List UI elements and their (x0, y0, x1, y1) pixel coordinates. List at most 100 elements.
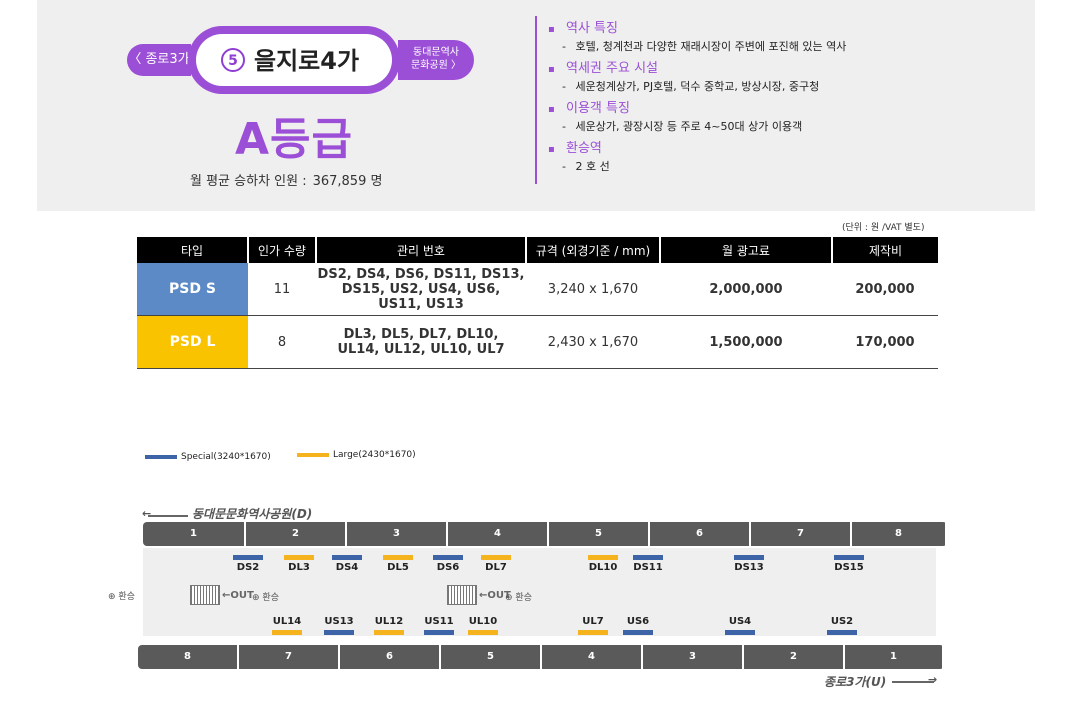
door-number: 6 (340, 645, 441, 669)
header-count: 인가 수량 (247, 237, 316, 263)
door-number: 1 (845, 645, 944, 669)
door-number: 5 (441, 645, 542, 669)
ridership-label: 월 평균 승하차 인원 : (190, 174, 307, 189)
ad-location-marker (633, 555, 663, 560)
bottom-arrow-head: → (928, 673, 938, 686)
size-cell: 3,240 x 1,670 (526, 263, 660, 316)
ad-location-marker (424, 630, 454, 635)
info-desc: 세운상가, 광장시장 등 주로 4~50대 상가 이용객 (548, 119, 1008, 134)
ad-location-marker (578, 630, 608, 635)
ad-location-marker (433, 555, 463, 560)
price-table: 타입 인가 수량 관리 번호 규격 (외경기준 / mm) 월 광고료 제작비 … (137, 237, 938, 369)
bottom-direction-label: 종로3가(U) (824, 675, 887, 689)
info-item: 환승역 2 호 선 (548, 140, 1008, 174)
transfer-left: ⊕ 환승 (108, 589, 135, 602)
next-station-line1: 동대문역사 (413, 47, 459, 58)
ids-line: DS15, US2, US4, US6, (341, 281, 501, 297)
type-cell: PSD S (137, 263, 248, 316)
count-cell: 8 (248, 315, 316, 369)
table-row: PSD S 11 DS2, DS4, DS6, DS11, DS13, DS15… (137, 263, 938, 316)
exit-label: OUT (230, 590, 254, 601)
ad-location-marker (324, 630, 354, 635)
ad-location-marker (588, 555, 618, 560)
legend-special-label: Special(3240*1670) (181, 452, 271, 462)
ad-location-marker (827, 630, 857, 635)
type-cell: PSD L (137, 315, 248, 369)
ids-line: US11, US13 (378, 296, 464, 312)
transfer-icon: ⊕ (108, 592, 116, 602)
info-desc: 2 호 선 (548, 159, 1008, 174)
ad-location-marker (284, 555, 314, 560)
door-number: 8 (852, 522, 947, 546)
legend-large-label: Large(2430*1670) (333, 450, 416, 460)
bottom-train: 87654321 (138, 645, 944, 669)
station-grade: A등급 (235, 114, 354, 165)
door-number: 2 (744, 645, 845, 669)
table-row: PSD L 8 DL3, DL5, DL7, DL10, UL14, UL12,… (137, 315, 938, 369)
info-title: 역세권 주요 시설 (548, 60, 1008, 79)
price-cell: 1,500,000 (660, 315, 832, 369)
ad-location-label: DS4 (335, 562, 359, 573)
transfer-mid-left: ⊕ 환승 (252, 590, 279, 603)
door-number: 4 (542, 645, 643, 669)
ad-location-marker (734, 555, 764, 560)
header-price: 월 광고료 (659, 237, 832, 263)
ad-location-marker (233, 555, 263, 560)
next-station-line2: 문화공원 〉 (411, 60, 461, 71)
stairs-icon (190, 585, 220, 605)
exit-left: ←OUT (222, 590, 254, 601)
production-cell: 170,000 (832, 315, 938, 369)
count-cell: 11 (248, 263, 316, 316)
ad-location-label: DS6 (436, 562, 460, 573)
monthly-ridership: 월 평균 승하차 인원 : 367,859 명 (190, 170, 382, 189)
door-number: 8 (138, 645, 239, 669)
ad-location-marker (383, 555, 413, 560)
info-desc: 호텔, 청계천과 다양한 재래시장이 주변에 포진해 있는 역사 (548, 39, 1008, 54)
table-header-row: 타입 인가 수량 관리 번호 규격 (외경기준 / mm) 월 광고료 제작비 (137, 237, 938, 263)
stairs-icon (447, 585, 477, 605)
ad-location-marker (332, 555, 362, 560)
transfer-mid: ⊕ 환승 (505, 590, 532, 603)
price-cell: 2,000,000 (660, 263, 832, 316)
ad-location-label: DL5 (387, 562, 409, 573)
info-divider (535, 16, 537, 184)
ad-location-marker (272, 630, 302, 635)
info-item: 역세권 주요 시설 세운청계상가, PJ호텔, 덕수 중학교, 방상시장, 중구… (548, 60, 1008, 94)
ad-location-label: UL10 (468, 616, 498, 627)
door-number: 5 (549, 522, 650, 546)
door-number: 4 (448, 522, 549, 546)
ad-location-marker (834, 555, 864, 560)
door-number: 3 (347, 522, 448, 546)
info-title: 이용객 특징 (548, 100, 1008, 119)
ad-location-label: US4 (728, 616, 752, 627)
ridership-value: 367,859 명 (312, 174, 383, 189)
ad-location-marker (481, 555, 511, 560)
ad-location-label: DS13 (734, 562, 764, 573)
door-number: 6 (650, 522, 751, 546)
door-number: 7 (751, 522, 852, 546)
ad-location-marker (374, 630, 404, 635)
header-ids: 관리 번호 (315, 237, 526, 263)
top-train: 12345678 (143, 522, 947, 546)
next-station-button[interactable]: 동대문역사 문화공원 〉 (398, 40, 474, 80)
top-arrow-head: ← (142, 507, 152, 520)
unit-note: (단위 : 원 /VAT 별도) (842, 223, 925, 233)
ad-location-marker (623, 630, 653, 635)
ad-location-label: DL10 (588, 562, 618, 573)
station-name: 을지로4가 (254, 47, 360, 75)
ids-cell: DS2, DS4, DS6, DS11, DS13, DS15, US2, US… (316, 263, 526, 316)
station-number: 5 (221, 48, 245, 72)
production-cell: 200,000 (832, 263, 938, 316)
station-features: 역사 특징 호텔, 청계천과 다양한 재래시장이 주변에 포진해 있는 역사 역… (548, 20, 1008, 180)
ad-location-label: US13 (324, 616, 354, 627)
ids-cell: DL3, DL5, DL7, DL10, UL14, UL12, UL10, U… (316, 315, 526, 369)
ad-location-label: US6 (626, 616, 650, 627)
door-number: 2 (246, 522, 347, 546)
legend-large: Large(2430*1670) (297, 450, 416, 460)
transfer-icon: ⊕ (505, 593, 513, 603)
header-type: 타입 (137, 237, 248, 263)
transfer-icon: ⊕ (252, 593, 260, 603)
info-title: 환승역 (548, 140, 1008, 159)
door-number: 3 (643, 645, 744, 669)
prev-station-button[interactable]: 〈 종로3가 (127, 44, 191, 76)
